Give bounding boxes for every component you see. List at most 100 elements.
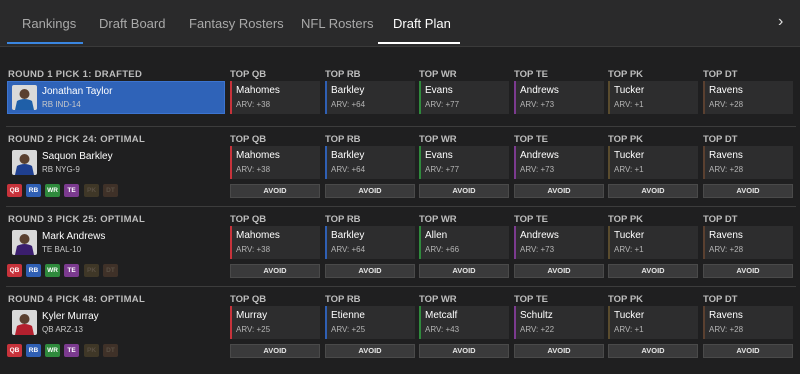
round-row: ROUND 3 PICK 25: OPTIMAL Mark Andrews TE… (0, 206, 800, 294)
player-card[interactable]: Kyler Murray QB ARZ-13 (7, 306, 225, 339)
badge-qb[interactable]: QB (7, 344, 22, 357)
chevron-right-icon[interactable]: › (778, 13, 783, 31)
avatar (12, 310, 37, 335)
avoid-button[interactable]: AVOID (230, 264, 320, 278)
tab-rankings[interactable]: Rankings (22, 16, 76, 31)
top-dt-card[interactable]: Ravens ARV: +28 (703, 81, 793, 114)
column-header-te: TOP TE (514, 69, 548, 80)
avoid-button[interactable]: AVOID (703, 344, 793, 358)
avoid-button[interactable]: AVOID (514, 264, 604, 278)
player-team: TE BAL-10 (42, 245, 82, 254)
top-dt-card[interactable]: Ravens ARV: +28 (703, 306, 793, 339)
badge-pk[interactable]: PK (84, 184, 99, 197)
top-rb-card[interactable]: Barkley ARV: +64 (325, 81, 415, 114)
avoid-button[interactable]: AVOID (703, 184, 793, 198)
badge-dt[interactable]: DT (103, 184, 118, 197)
avoid-button[interactable]: AVOID (325, 264, 415, 278)
top-dt-card[interactable]: Ravens ARV: +28 (703, 146, 793, 179)
round-title: ROUND 3 PICK 25: OPTIMAL (8, 214, 146, 225)
top-wr-card[interactable]: Evans ARV: +77 (419, 81, 509, 114)
column-header-te: TOP TE (514, 134, 548, 145)
tab-draft-plan[interactable]: Draft Plan (393, 16, 451, 31)
top-te-card[interactable]: Schultz ARV: +22 (514, 306, 604, 339)
top-te-card[interactable]: Andrews ARV: +73 (514, 146, 604, 179)
badge-qb[interactable]: QB (7, 264, 22, 277)
badge-rb[interactable]: RB (26, 264, 41, 277)
tab-fantasy-rosters[interactable]: Fantasy Rosters (189, 16, 284, 31)
pick-player-name: Tucker (614, 85, 645, 96)
top-pk-card[interactable]: Tucker ARV: +1 (608, 81, 698, 114)
top-wr-card[interactable]: Metcalf ARV: +43 (419, 306, 509, 339)
top-rb-card[interactable]: Barkley ARV: +64 (325, 146, 415, 179)
avoid-button[interactable]: AVOID (514, 184, 604, 198)
avoid-button[interactable]: AVOID (230, 184, 320, 198)
badge-wr[interactable]: WR (45, 184, 60, 197)
top-te-card[interactable]: Andrews ARV: +73 (514, 81, 604, 114)
top-qb-card[interactable]: Mahomes ARV: +38 (230, 226, 320, 259)
top-rb-card[interactable]: Etienne ARV: +25 (325, 306, 415, 339)
player-name: Saquon Barkley (42, 151, 113, 162)
column-header-pk: TOP PK (608, 69, 644, 80)
tab-draft-board[interactable]: Draft Board (99, 16, 165, 31)
avoid-button[interactable]: AVOID (325, 184, 415, 198)
badge-dt[interactable]: DT (103, 264, 118, 277)
badge-wr[interactable]: WR (45, 344, 60, 357)
pick-arv: ARV: +25 (331, 325, 366, 334)
avoid-button[interactable]: AVOID (608, 344, 698, 358)
top-te-card[interactable]: Andrews ARV: +73 (514, 226, 604, 259)
avoid-button[interactable]: AVOID (230, 344, 320, 358)
round-divider (6, 286, 796, 287)
badge-qb[interactable]: QB (7, 184, 22, 197)
badge-te[interactable]: TE (64, 184, 79, 197)
badge-pk[interactable]: PK (84, 264, 99, 277)
pick-player-name: Evans (425, 85, 453, 96)
column-header-pk: TOP PK (608, 294, 644, 305)
round-divider (6, 126, 796, 127)
player-name: Kyler Murray (42, 311, 99, 322)
top-rb-card[interactable]: Barkley ARV: +64 (325, 226, 415, 259)
badge-dt[interactable]: DT (103, 344, 118, 357)
column-header-rb: TOP RB (325, 294, 361, 305)
badge-pk[interactable]: PK (84, 344, 99, 357)
player-card[interactable]: Saquon Barkley RB NYG-9 (7, 146, 225, 179)
avoid-button[interactable]: AVOID (419, 344, 509, 358)
player-card[interactable]: Mark Andrews TE BAL-10 (7, 226, 225, 259)
column-header-dt: TOP DT (703, 69, 738, 80)
badge-rb[interactable]: RB (26, 344, 41, 357)
top-pk-card[interactable]: Tucker ARV: +1 (608, 146, 698, 179)
avoid-button[interactable]: AVOID (514, 344, 604, 358)
top-wr-card[interactable]: Evans ARV: +77 (419, 146, 509, 179)
player-card[interactable]: Jonathan Taylor RB IND-14 (7, 81, 225, 114)
badge-wr[interactable]: WR (45, 264, 60, 277)
badge-rb[interactable]: RB (26, 184, 41, 197)
tab-nfl-rosters[interactable]: NFL Rosters (301, 16, 373, 31)
top-wr-card[interactable]: Allen ARV: +66 (419, 226, 509, 259)
top-qb-card[interactable]: Mahomes ARV: +38 (230, 81, 320, 114)
badge-te[interactable]: TE (64, 344, 79, 357)
pick-player-name: Schultz (520, 310, 553, 321)
avoid-button[interactable]: AVOID (419, 184, 509, 198)
badge-te[interactable]: TE (64, 264, 79, 277)
top-qb-card[interactable]: Mahomes ARV: +38 (230, 146, 320, 179)
round-row: ROUND 2 PICK 24: OPTIMAL Saquon Barkley … (0, 126, 800, 214)
avoid-button[interactable]: AVOID (608, 264, 698, 278)
pick-arv: ARV: +77 (425, 100, 460, 109)
avoid-button[interactable]: AVOID (325, 344, 415, 358)
pick-player-name: Mahomes (236, 85, 280, 96)
pick-arv: ARV: +64 (331, 100, 366, 109)
pick-player-name: Etienne (331, 310, 365, 321)
top-pk-card[interactable]: Tucker ARV: +1 (608, 306, 698, 339)
top-pk-card[interactable]: Tucker ARV: +1 (608, 226, 698, 259)
column-header-rb: TOP RB (325, 69, 361, 80)
column-header-te: TOP TE (514, 294, 548, 305)
column-header-dt: TOP DT (703, 134, 738, 145)
column-header-qb: TOP QB (230, 134, 267, 145)
avoid-button[interactable]: AVOID (608, 184, 698, 198)
top-qb-card[interactable]: Murray ARV: +25 (230, 306, 320, 339)
pick-arv: ARV: +28 (709, 165, 744, 174)
top-dt-card[interactable]: Ravens ARV: +28 (703, 226, 793, 259)
pick-arv: ARV: +64 (331, 165, 366, 174)
pick-player-name: Ravens (709, 310, 743, 321)
avoid-button[interactable]: AVOID (703, 264, 793, 278)
avoid-button[interactable]: AVOID (419, 264, 509, 278)
